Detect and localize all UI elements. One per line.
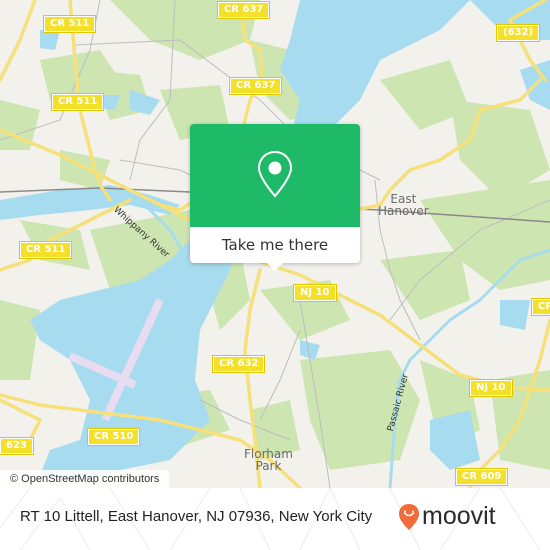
moovit-pin-icon (399, 503, 419, 530)
road-shield-cr637: CR 637 (216, 1, 271, 19)
map-view[interactable]: CR 637 CR 511 CR 637 CR 511 CR 511 (632)… (0, 0, 550, 488)
road-shield-cr637: CR 637 (228, 77, 283, 95)
road-shield-cr511: CR 511 (18, 241, 73, 259)
take-me-there-button[interactable]: Take me there (190, 227, 360, 263)
road-shield-632: (632) (495, 24, 541, 42)
road-shield-nj10: NJ 10 (293, 284, 337, 302)
location-popup: Take me there (190, 124, 360, 271)
place-label-line: Park (255, 459, 282, 473)
place-label-east-hanover: East Hanover (378, 193, 429, 217)
address-text: RT 10 Littell, East Hanover, NJ 07936, N… (20, 508, 373, 525)
road-shield-cr: CR (530, 298, 550, 316)
map-attribution[interactable]: © OpenStreetMap contributors (0, 470, 170, 488)
location-pin-icon (257, 150, 293, 198)
place-label-florham-park: Florham Park (244, 448, 293, 472)
road-shield-cr511: CR 511 (42, 15, 97, 33)
moovit-wordmark: moovit (422, 502, 496, 530)
place-label-line: Hanover (378, 204, 429, 218)
footer-bar: RT 10 Littell, East Hanover, NJ 07936, N… (0, 488, 550, 550)
road-shield-nj10: NJ 10 (469, 379, 513, 397)
road-shield-623: 623 (0, 437, 34, 455)
moovit-logo[interactable]: moovit (398, 502, 496, 531)
road-shield-cr632: CR 632 (211, 355, 266, 373)
road-shield-cr511: CR 511 (50, 93, 105, 111)
popup-pointer (267, 263, 283, 271)
road-shield-cr510: CR 510 (86, 428, 141, 446)
popup-header (190, 124, 360, 227)
road-shield-cr609: CR 609 (454, 468, 509, 486)
